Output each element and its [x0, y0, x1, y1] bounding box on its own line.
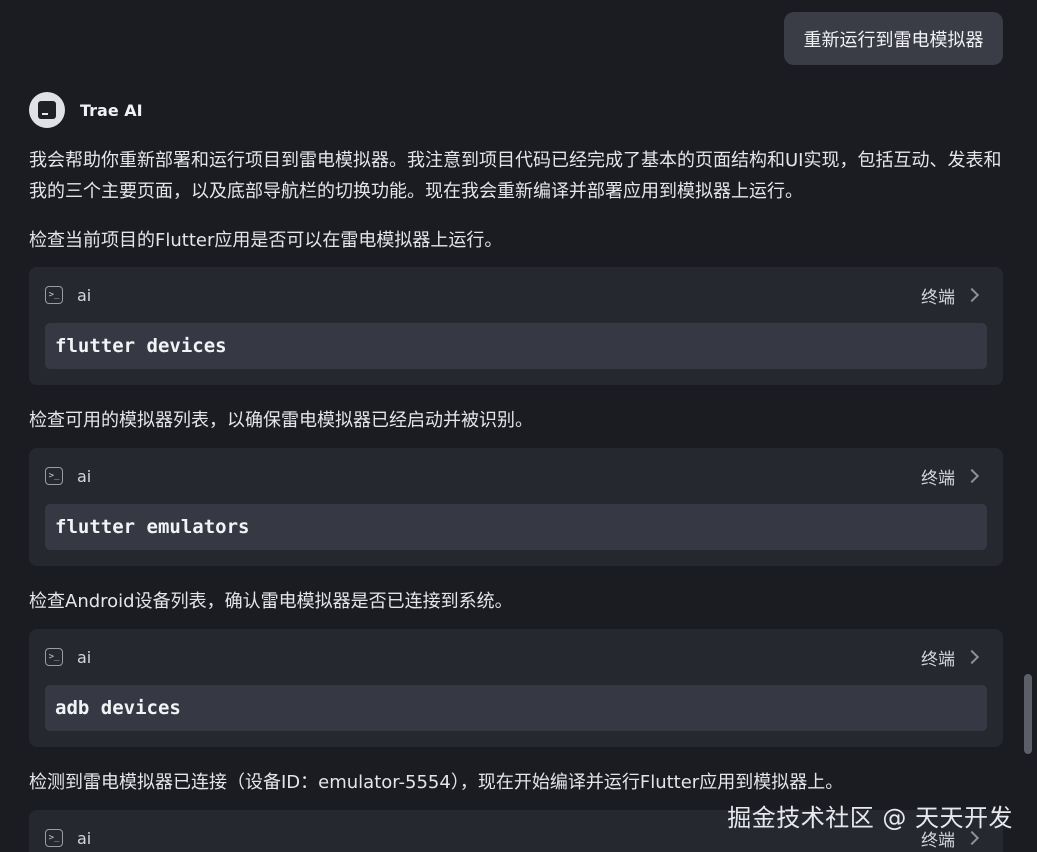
assistant-message: 检查可用的模拟器列表，以确保雷电模拟器已经启动并被识别。	[29, 410, 533, 431]
terminal-card-header: >_ ai 终端	[45, 464, 980, 489]
command-code: adb devices	[45, 685, 987, 731]
trae-logo-icon	[29, 92, 65, 128]
terminal-icon: >_	[45, 648, 63, 666]
open-terminal-label: 终端	[921, 287, 955, 308]
assistant-message: 检查Android设备列表，确认雷电模拟器是否已连接到系统。	[29, 591, 513, 612]
assistant-message: 检查当前项目的Flutter应用是否可以在雷电模拟器上运行。	[29, 230, 503, 251]
user-message-text: 重新运行到雷电模拟器	[803, 29, 984, 51]
terminal-card-header: >_ ai 终端	[45, 645, 980, 670]
open-terminal-label: 终端	[921, 468, 955, 489]
assistant-message: 检测到雷电模拟器已连接（设备ID：emulator-5554），现在开始编译并运…	[29, 772, 844, 793]
terminal-card-title: ai	[77, 647, 92, 667]
open-terminal-button[interactable]: 终端	[921, 464, 980, 489]
terminal-card-title: ai	[77, 828, 92, 848]
assistant-header: Trae AI	[29, 92, 143, 128]
terminal-card: >_ ai 终端 flutter emulators	[29, 448, 1003, 566]
command-code: flutter devices	[45, 323, 987, 369]
watermark: 掘金技术社区 @ 天天开发	[727, 804, 1013, 832]
terminal-card-title: ai	[77, 285, 92, 305]
assistant-message: 我会帮助你重新部署和运行项目到雷电模拟器。我注意到项目代码已经完成了基本的页面结…	[29, 150, 1002, 202]
terminal-icon: >_	[45, 467, 63, 485]
terminal-icon: >_	[45, 286, 63, 304]
terminal-card: >_ ai 终端 flutter devices	[29, 267, 1003, 385]
terminal-card-title: ai	[77, 466, 92, 486]
terminal-icon: >_	[45, 829, 63, 847]
command-code: flutter emulators	[45, 504, 987, 550]
chevron-right-icon	[964, 830, 980, 846]
assistant-name: Trae AI	[80, 100, 143, 120]
terminal-card: >_ ai 终端 adb devices	[29, 629, 1003, 747]
chevron-right-icon	[964, 649, 980, 665]
user-message-bubble: 重新运行到雷电模拟器	[784, 12, 1003, 65]
open-terminal-label: 终端	[921, 649, 955, 670]
open-terminal-button[interactable]: 终端	[921, 283, 980, 308]
open-terminal-button[interactable]: 终端	[921, 645, 980, 670]
terminal-card-header: >_ ai 终端	[45, 283, 980, 308]
chevron-right-icon	[964, 287, 980, 303]
scrollbar-thumb[interactable]	[1024, 674, 1032, 754]
chevron-right-icon	[964, 468, 980, 484]
